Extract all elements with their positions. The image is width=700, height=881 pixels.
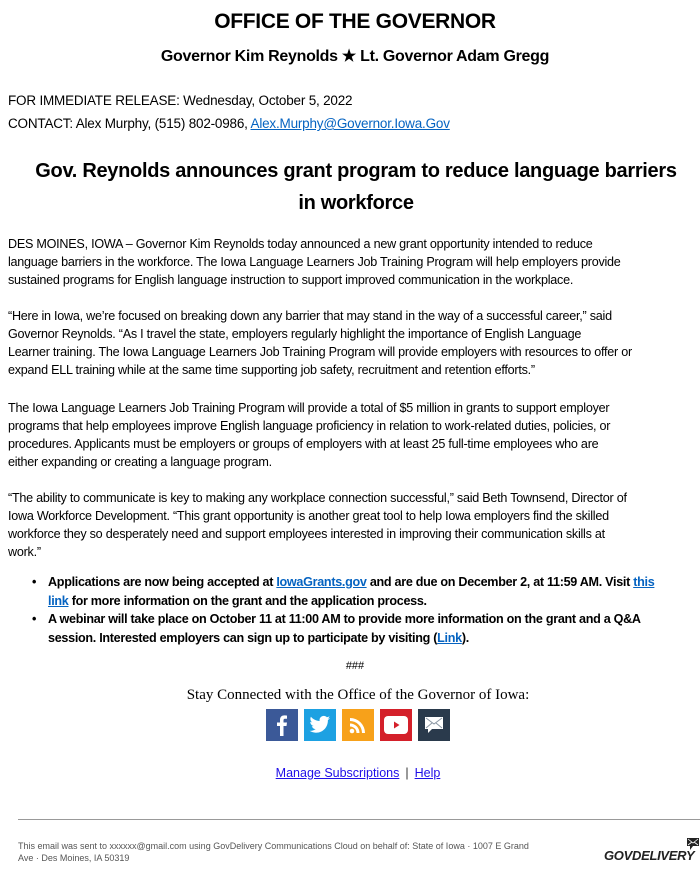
paragraph-line: procedures. Applicants must be employers… (8, 437, 599, 451)
social-links (266, 709, 450, 741)
paragraph-line: sustained programs for English language … (8, 273, 574, 287)
stay-connected-text: Stay Connected with the Office of the Go… (186, 687, 530, 703)
contact-text: CONTACT: Alex Murphy, (515) 802-0986, (8, 116, 251, 131)
paragraph-line: programs that help employees improve Eng… (8, 419, 611, 433)
paragraph-line: workforce they so desperately need and s… (8, 527, 605, 541)
release-date: FOR IMMEDIATE RELEASE: Wednesday, Octobe… (8, 93, 353, 108)
paragraph-line: either expanding or creating a language … (8, 455, 272, 469)
envelope-icon (687, 838, 699, 850)
facebook-button[interactable] (266, 709, 298, 741)
bullet-text: ). (461, 630, 469, 645)
webinar-signup-link[interactable]: Link (437, 631, 462, 645)
contact-line: CONTACT: Alex Murphy, (515) 802-0986, Al… (8, 116, 450, 131)
footer-line-1: This email was sent to xxxxxx@gmail.com … (18, 841, 529, 851)
footer-disclaimer: This email was sent to xxxxxx@gmail.com … (18, 840, 598, 864)
paragraph-line: The Iowa Language Learners Job Training … (8, 401, 610, 415)
bullet-text: and are due on December 2, at 11:59 AM. … (366, 575, 634, 589)
headline-line-1: Gov. Reynolds announces grant program to… (35, 160, 677, 182)
paragraph-program-details: The Iowa Language Learners Job Training … (8, 399, 700, 471)
paragraph-line: work.” (8, 545, 41, 559)
this-link-part-1[interactable]: this (633, 575, 655, 589)
contact-email-link[interactable]: Alex.Murphy@Governor.Iowa.Gov (251, 116, 450, 131)
bullet-text: session. Interested employers can sign u… (48, 630, 438, 645)
footer-line-2: Ave · Des Moines, IA 50319 (18, 853, 130, 863)
paragraph-line: “Here in Iowa, we’re focused on breaking… (8, 309, 612, 323)
bullet-line: A webinar will take place on October 11 … (48, 612, 641, 626)
bullet-line: session. Interested employers can sign u… (48, 629, 700, 648)
paragraph-line: Iowa Workforce Development. “This grant … (8, 509, 609, 523)
paragraph-line: “The ability to communicate is key to ma… (8, 491, 627, 505)
paragraph-line: expand ELL training while at the same ti… (8, 363, 535, 377)
youtube-icon (384, 716, 408, 734)
paragraph-intro: DES MOINES, IOWA – Governor Kim Reynolds… (8, 235, 700, 289)
subscription-links: Manage Subscriptions | Help (0, 766, 700, 780)
bullet-dot: • (32, 612, 37, 626)
email-signup-button[interactable] (418, 709, 450, 741)
bullet-text: for more information on the grant and th… (68, 593, 427, 608)
email-icon (425, 717, 443, 733)
bullet-applications: • Applications are now being accepted at… (30, 573, 700, 610)
footer-divider (18, 819, 700, 820)
headline: Gov. Reynolds announces grant program to… (0, 155, 700, 219)
paragraph-line: DES MOINES, IOWA – Governor Kim Reynolds… (8, 237, 593, 251)
this-link-part-2[interactable]: link (48, 594, 69, 608)
help-link[interactable]: Help (415, 766, 441, 780)
twitter-icon (309, 715, 331, 733)
info-bullet-list: • Applications are now being accepted at… (30, 573, 700, 647)
paragraph-line: language barriers in the workforce. The … (8, 255, 621, 269)
bullet-line: Applications are now being accepted at I… (48, 573, 700, 592)
paragraph-line: Learner training. The Iowa Language Lear… (8, 345, 632, 359)
manage-subscriptions-link[interactable]: Manage Subscriptions (276, 766, 400, 780)
end-marker: ### (345, 660, 365, 672)
rss-button[interactable] (342, 709, 374, 741)
link-separator: | (405, 766, 409, 780)
rss-icon (349, 718, 365, 734)
youtube-button[interactable] (380, 709, 412, 741)
bullet-text: Applications are now being accepted at (48, 575, 277, 589)
headline-line-2: in workforce (298, 192, 414, 214)
twitter-button[interactable] (304, 709, 336, 741)
paragraph-governor-quote: “Here in Iowa, we’re focused on breaking… (8, 307, 700, 379)
governor-subtitle: Governor Kim Reynolds ★ Lt. Governor Ada… (160, 48, 550, 65)
govdelivery-logo[interactable]: GOVDELIVERY (600, 836, 700, 870)
bullet-dot: • (32, 575, 37, 589)
paragraph-director-quote: “The ability to communicate is key to ma… (8, 489, 700, 561)
facebook-icon (277, 715, 287, 736)
office-title: OFFICE OF THE GOVERNOR (214, 10, 496, 33)
paragraph-line: Governor Reynolds. “As I travel the stat… (8, 327, 582, 341)
bullet-line: link for more information on the grant a… (48, 592, 700, 611)
bullet-webinar: • A webinar will take place on October 1… (30, 610, 700, 647)
iowagrants-link[interactable]: IowaGrants.gov (276, 575, 367, 589)
govdelivery-logo-text: GOVDELIVERY (604, 848, 695, 863)
